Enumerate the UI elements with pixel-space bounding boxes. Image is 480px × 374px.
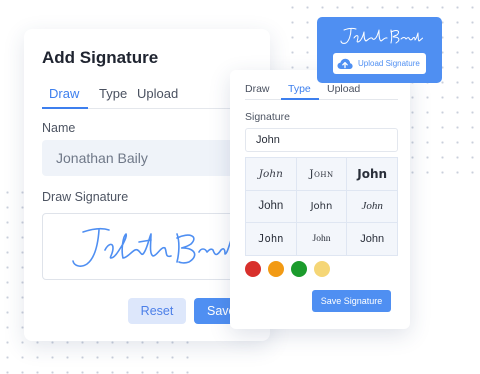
- font-option[interactable]: John: [246, 190, 296, 223]
- card-title: Add Signature: [42, 48, 159, 67]
- name-label: Name: [42, 121, 76, 135]
- signature-text-input[interactable]: [245, 128, 398, 152]
- font-option[interactable]: John: [347, 190, 397, 223]
- type-signature-card: Draw Type Upload Signature John John Joh…: [230, 70, 410, 329]
- draw-signature-pad[interactable]: [42, 213, 257, 280]
- upload-signature-button[interactable]: Upload Signature: [333, 53, 426, 74]
- cloud-upload-icon: [337, 58, 353, 70]
- active-tab-indicator: [281, 98, 319, 100]
- font-option[interactable]: John: [246, 223, 296, 255]
- reset-button[interactable]: Reset: [128, 298, 186, 324]
- name-input[interactable]: [42, 140, 257, 176]
- uploaded-signature-preview: [340, 27, 423, 44]
- tab-draw[interactable]: Draw: [245, 83, 270, 95]
- font-option[interactable]: John: [246, 158, 296, 190]
- color-swatch-yellow[interactable]: [314, 261, 330, 277]
- signature-tabs: Draw Type Upload: [42, 86, 257, 109]
- save-signature-button[interactable]: Save Signature: [312, 290, 391, 312]
- type-card-tabs: Draw Type Upload: [245, 83, 398, 100]
- color-swatch-red[interactable]: [245, 261, 261, 277]
- font-option[interactable]: John: [296, 190, 347, 223]
- active-tab-indicator: [42, 107, 88, 109]
- tab-upload[interactable]: Upload: [137, 86, 178, 101]
- tab-type[interactable]: Type: [99, 86, 127, 101]
- tab-type[interactable]: Type: [288, 83, 311, 95]
- color-swatch-green[interactable]: [291, 261, 307, 277]
- font-option[interactable]: John: [296, 223, 347, 255]
- signature-label: Signature: [245, 111, 290, 123]
- upload-signature-label: Upload Signature: [358, 59, 420, 68]
- font-option[interactable]: John: [296, 158, 347, 190]
- font-option[interactable]: John: [347, 158, 397, 190]
- drawn-signature: [72, 227, 244, 267]
- tab-upload[interactable]: Upload: [327, 83, 360, 95]
- tab-draw[interactable]: Draw: [49, 86, 79, 101]
- upload-signature-card: Upload Signature: [317, 17, 442, 83]
- draw-signature-label: Draw Signature: [42, 190, 129, 204]
- font-style-grid: John John John John John John John John …: [245, 157, 398, 256]
- font-option[interactable]: John: [347, 223, 397, 255]
- color-swatch-orange[interactable]: [268, 261, 284, 277]
